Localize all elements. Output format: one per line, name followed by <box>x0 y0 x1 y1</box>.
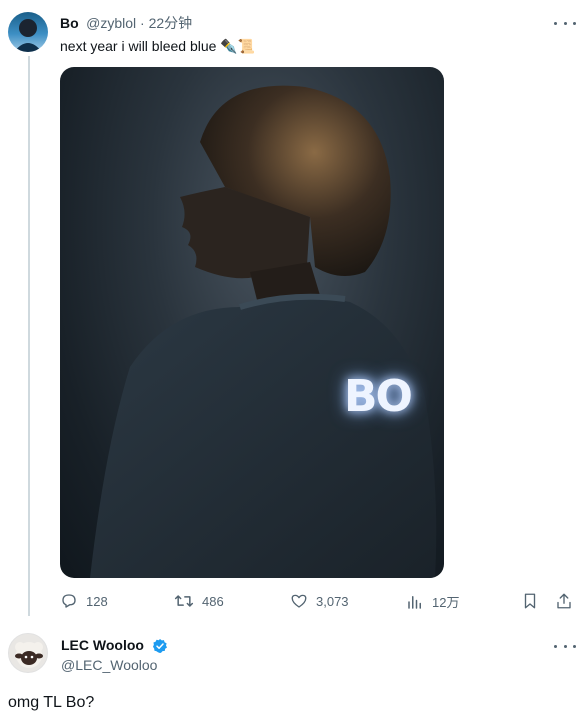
reply-more-icon[interactable] <box>554 639 576 653</box>
like-count: 3,073 <box>316 593 349 609</box>
avatar[interactable] <box>8 12 48 52</box>
verified-icon <box>153 638 168 653</box>
bookmark-icon[interactable] <box>521 592 539 615</box>
tweet-header: Bo @zyblol · 22分钟 <box>60 14 192 32</box>
handle-time[interactable]: @zyblol · 22分钟 <box>86 15 192 31</box>
retweet-action[interactable]: 486 <box>174 592 224 610</box>
photo-illustration <box>90 85 437 578</box>
reply-handle[interactable]: @LEC_Wooloo <box>61 656 157 674</box>
more-icon[interactable] <box>554 16 576 30</box>
views-action[interactable]: 12万 <box>406 592 459 611</box>
reply-text: omg TL Bo? <box>8 694 95 711</box>
reply-action[interactable]: 128 <box>60 592 108 610</box>
author-name[interactable]: Bo <box>60 15 79 31</box>
thread-line <box>28 56 30 616</box>
views-count: 12万 <box>432 595 460 610</box>
reply-count: 128 <box>86 593 108 609</box>
like-action[interactable]: 3,073 <box>290 592 349 610</box>
reply-avatar[interactable] <box>8 633 48 673</box>
reply-icon <box>62 594 76 608</box>
avatar-image <box>14 19 42 52</box>
retweet-count: 486 <box>202 593 224 609</box>
tweet-photo[interactable]: BO <box>60 67 444 578</box>
share-icon[interactable] <box>555 592 573 615</box>
tweet-text: next year i will bleed blue ✒️📜 <box>60 38 256 54</box>
photo-back-text: BO <box>344 371 413 422</box>
like-icon <box>291 594 307 608</box>
retweet-icon <box>174 595 194 607</box>
reply-author-name[interactable]: LEC Wooloo <box>61 637 144 653</box>
views-icon <box>408 595 421 609</box>
sheep-avatar-image <box>15 642 43 668</box>
reply-header: LEC Wooloo <box>61 636 168 654</box>
